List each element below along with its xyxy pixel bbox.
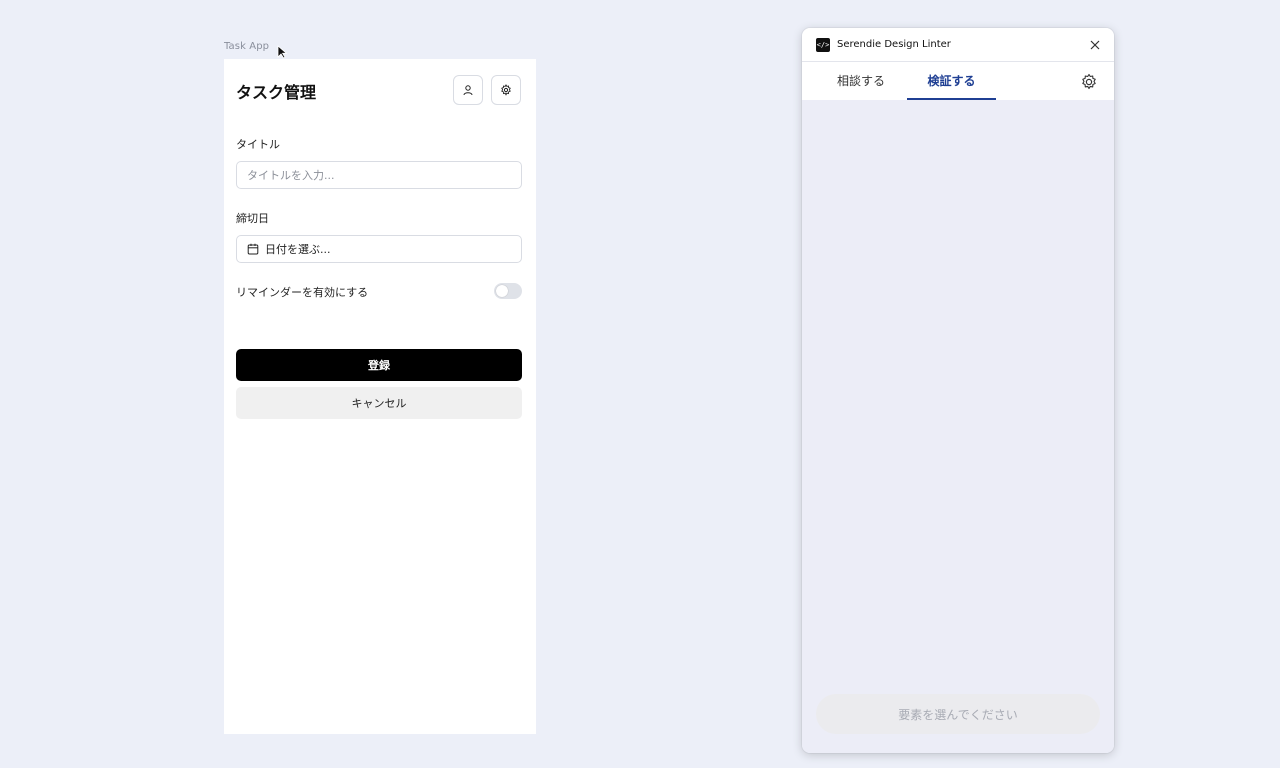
date-picker-value: 日付を選ぶ... — [265, 243, 331, 256]
calendar-icon — [247, 243, 259, 255]
plugin-window: </> Serendie Design Linter 相談する 検証する 要素を… — [802, 28, 1114, 753]
frame-label[interactable]: Task App — [224, 41, 269, 52]
plugin-content-area — [802, 100, 1114, 753]
submit-button[interactable]: 登録 — [236, 349, 522, 381]
user-button[interactable] — [453, 75, 483, 105]
title-input[interactable]: タイトルを入力... — [236, 161, 522, 189]
reminder-toggle[interactable] — [494, 283, 522, 299]
plugin-header: </> Serendie Design Linter — [802, 28, 1114, 62]
due-date-label: 締切日 — [236, 212, 269, 225]
tab-consult[interactable]: 相談する — [826, 62, 896, 100]
plugin-tabs: 相談する 検証する — [802, 62, 1114, 100]
code-logo-icon: </> — [816, 38, 830, 52]
toggle-knob — [496, 285, 508, 297]
gear-icon[interactable] — [1080, 73, 1098, 91]
title-label: タイトル — [236, 138, 280, 151]
tab-verify[interactable]: 検証する — [907, 62, 996, 100]
reminder-label: リマインダーを有効にする — [236, 286, 369, 299]
task-app-frame: タスク管理 タイトル タイトルを入力... 締切日 日付を選ぶ... リマインダ… — [224, 59, 536, 734]
settings-button[interactable] — [491, 75, 521, 105]
title-input-placeholder: タイトルを入力... — [247, 169, 335, 182]
user-icon — [463, 85, 473, 96]
mouse-cursor-icon — [277, 45, 288, 59]
cancel-button[interactable]: キャンセル — [236, 387, 522, 419]
page-title: タスク管理 — [236, 83, 317, 102]
close-icon[interactable] — [1089, 39, 1101, 51]
select-element-button[interactable]: 要素を選んでください — [816, 694, 1100, 734]
gear-icon — [501, 84, 511, 96]
plugin-title: Serendie Design Linter — [837, 39, 951, 50]
date-picker[interactable]: 日付を選ぶ... — [236, 235, 522, 263]
